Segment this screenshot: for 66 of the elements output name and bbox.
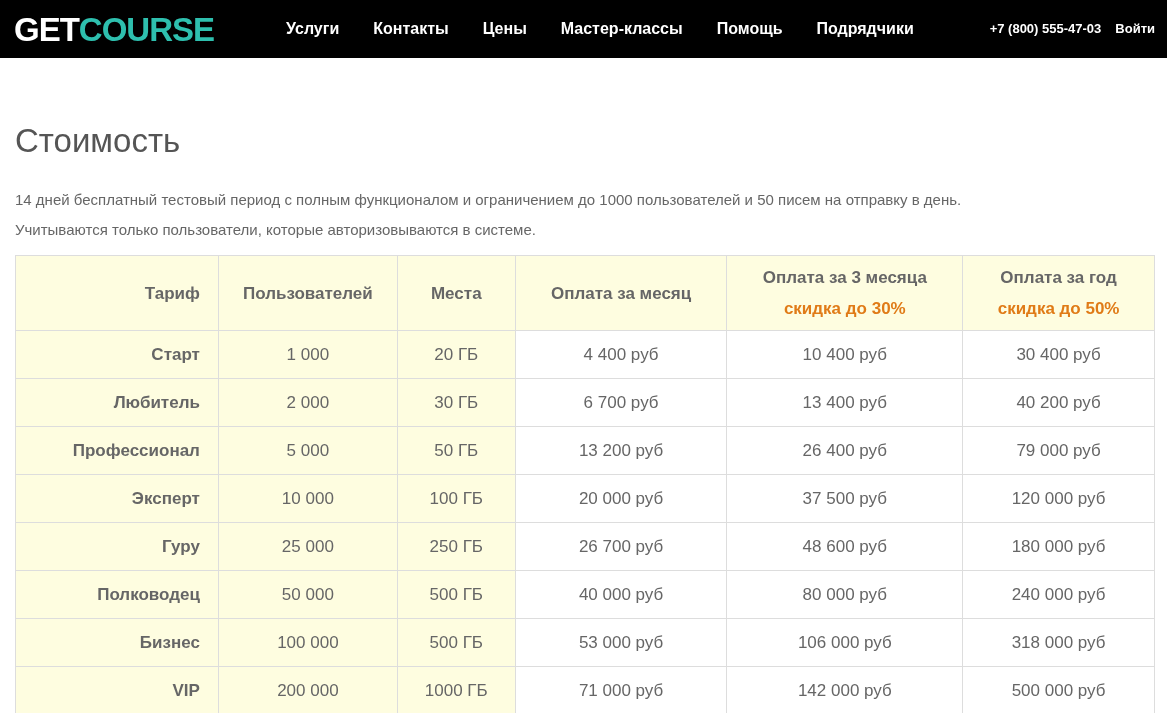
column-header: Пользователей [218,255,398,331]
table-cell: 142 000 руб [726,666,963,713]
table-cell: 318 000 руб [962,618,1155,667]
table-cell: 20 000 руб [515,474,727,523]
intro-text: Учитываются только пользователи, которые авторизовываются в системе. [15,220,537,241]
table-cell: 10 000 [218,474,398,523]
table-cell: 37 500 руб [726,474,963,523]
login-link[interactable]: Войти [1115,19,1155,39]
table-cell: 500 ГБ [397,570,516,619]
table-cell: 6 700 руб [515,378,727,427]
table-cell: Любитель [15,378,219,427]
table-cell: 40 200 руб [962,378,1155,427]
table-cell: 50 000 [218,570,398,619]
nav-link[interactable]: Помощь [716,17,783,41]
nav-link[interactable]: Подрядчики [816,17,914,41]
nav-link[interactable]: Услуги [286,17,340,41]
table-cell: 180 000 руб [962,522,1155,571]
table-cell: 500 ГБ [397,618,516,667]
table-cell: Полководец [15,570,219,619]
table-cell: 4 400 руб [515,330,727,379]
table-cell: 48 600 руб [726,522,963,571]
table-cell: 500 000 руб [962,666,1155,713]
table-cell: 53 000 руб [515,618,727,667]
table-cell: Гуру [15,522,219,571]
nav-link[interactable]: Мастер-классы [560,17,683,41]
table-cell: 1 000 [218,330,398,379]
table-cell: 20 ГБ [397,330,516,379]
column-header: Тариф [15,255,219,331]
table-cell: 240 000 руб [962,570,1155,619]
table-cell: 26 400 руб [726,426,963,475]
table-cell: 50 ГБ [397,426,516,475]
intro-text: 14 дней бесплатный тестовый период с полным функционалом и ограничением до 1000 пользователей и 50 писем на отправку в день. [15,190,963,211]
table-cell: Старт [15,330,219,379]
phone-number: +7 (800) 555-47-03 [989,20,1102,39]
column-header: Оплата за год скидка до 50% [962,255,1155,331]
table-cell: 10 400 руб [726,330,963,379]
column-header: Оплата за 3 месяца скидка до 30% [726,255,963,331]
table-cell: 2 000 [218,378,398,427]
table-cell: 25 000 [218,522,398,571]
table-cell: 250 ГБ [397,522,516,571]
table-cell: 30 400 руб [962,330,1155,379]
nav-link[interactable]: Цены [482,17,527,41]
table-cell: 1000 ГБ [397,666,516,713]
table-cell: 100 000 [218,618,398,667]
table-cell: 80 000 руб [726,570,963,619]
table-cell: 26 700 руб [515,522,727,571]
table-cell: Бизнес [15,618,219,667]
table-cell: 106 000 руб [726,618,963,667]
table-cell: 13 200 руб [515,426,727,475]
table-cell: Профессионал [15,426,219,475]
nav-link[interactable]: Контакты [373,17,449,41]
table-cell: 71 000 руб [515,666,727,713]
table-cell: 30 ГБ [397,378,516,427]
table-cell: 79 000 руб [962,426,1155,475]
table-cell: VIP [15,666,219,713]
table-cell: 200 000 [218,666,398,713]
table-cell: 13 400 руб [726,378,963,427]
table-cell: 120 000 руб [962,474,1155,523]
table-cell: Эксперт [15,474,219,523]
column-header: Оплата за месяц [515,255,727,331]
page-title: Стоимость [15,121,182,161]
logo[interactable]: GETCOURSE [14,12,215,46]
table-cell: 5 000 [218,426,398,475]
table-cell: 40 000 руб [515,570,727,619]
table-cell: 100 ГБ [397,474,516,523]
column-header: Места [397,255,516,331]
